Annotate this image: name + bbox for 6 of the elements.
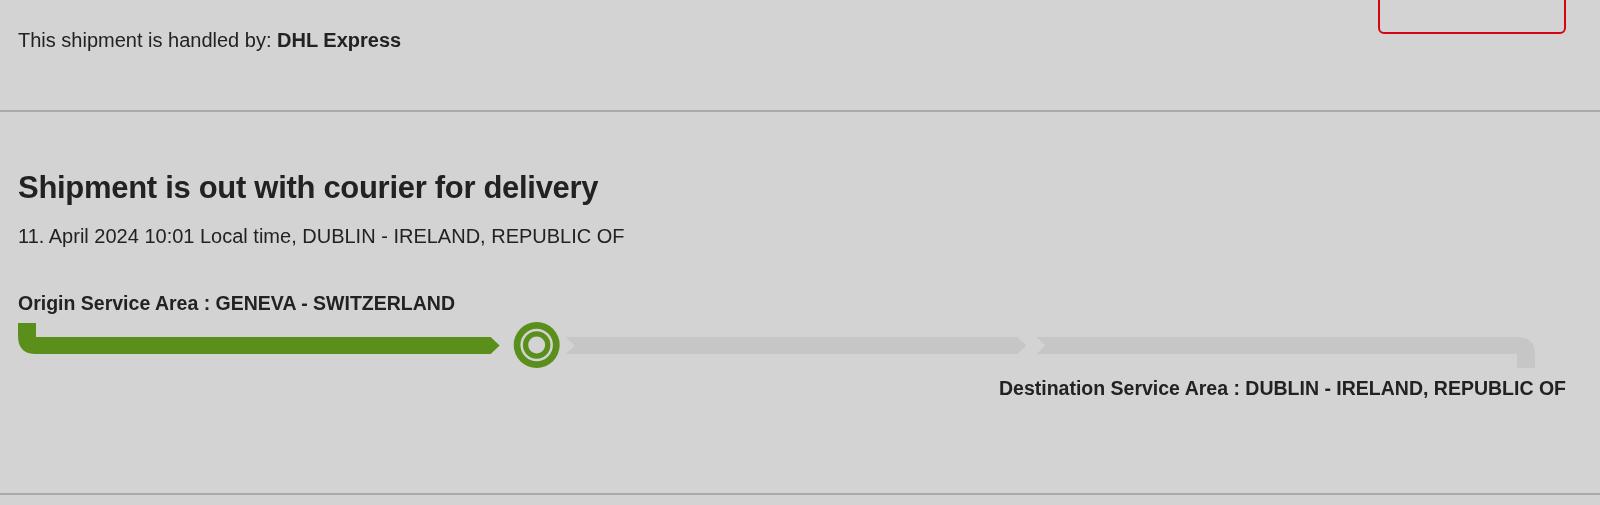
handler-text: This shipment is handled by: DHL Express [18, 29, 402, 52]
status-timestamp: 11. April 2024 10:01 Local time, DUBLIN - IRELAND, REPUBLIC OF [18, 225, 626, 248]
status-heading: Shipment is out with courier for delivery [18, 170, 600, 206]
origin-label: Origin Service Area : GENEVA - SWITZERLAND [18, 292, 457, 315]
destination-label: Destination Service Area : DUBLIN - IRELAND, REPUBLIC OF [998, 377, 1566, 400]
current-position-icon [513, 322, 560, 368]
